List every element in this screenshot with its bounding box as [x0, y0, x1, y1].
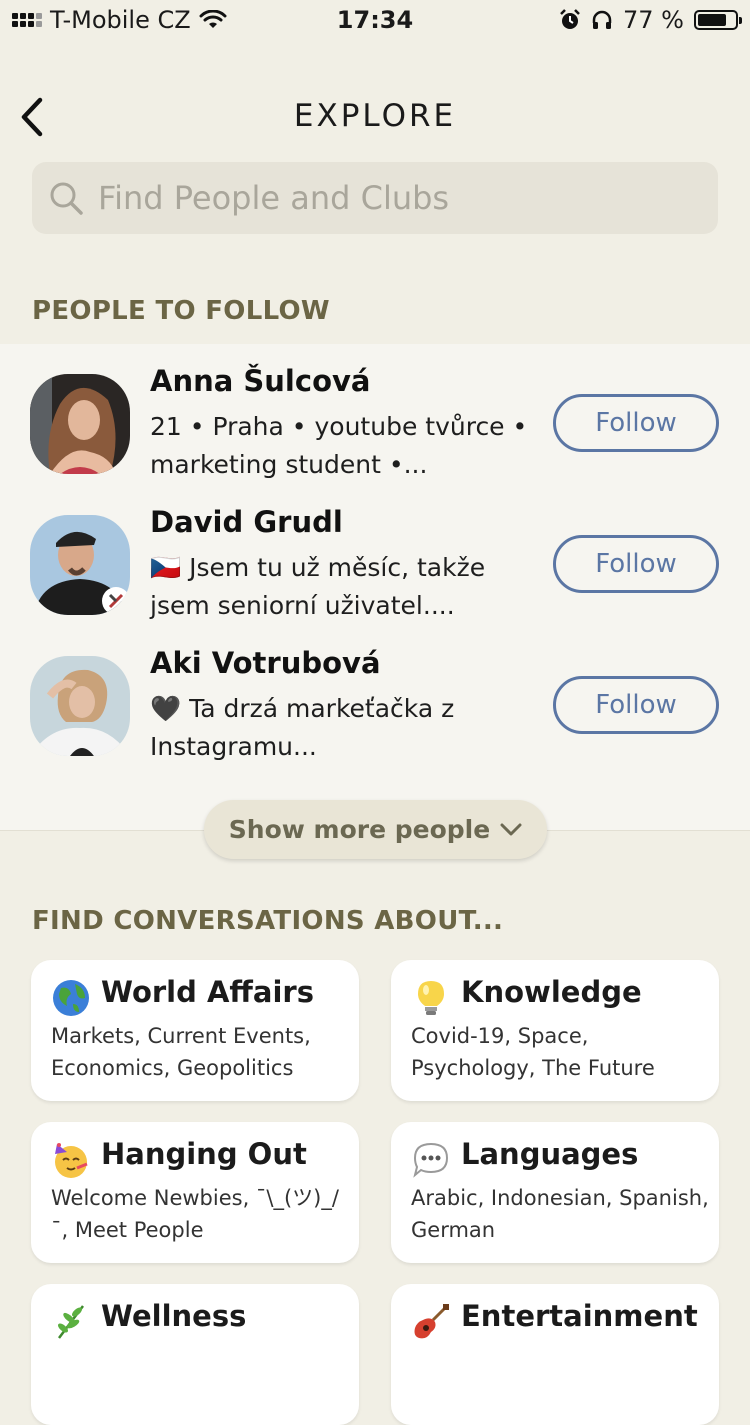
globe-icon — [53, 980, 89, 1016]
status-right: 77 % — [559, 6, 742, 34]
topic-title: Entertainment — [461, 1299, 698, 1333]
avatar[interactable] — [30, 374, 130, 474]
topic-title: World Affairs — [101, 975, 314, 1009]
person-name: David Grudl — [150, 505, 343, 539]
topic-subtitle: Markets, Current Events, Economics, Geop… — [51, 1024, 311, 1080]
topic-card-knowledge[interactable]: Knowledge Covid-19, Space, Psychology, T… — [391, 960, 719, 1101]
person-name: Anna Šulcová — [150, 364, 371, 398]
person-bio-line: Instagramu... — [150, 732, 317, 761]
follow-button[interactable]: Follow — [553, 394, 719, 452]
person-bio: 🖤 Ta drzá markeťačka z Instagramu... — [150, 690, 540, 766]
show-more-label: Show more people — [228, 815, 491, 844]
avatar[interactable] — [30, 515, 130, 615]
search-bar[interactable] — [32, 162, 718, 234]
topic-card-world-affairs[interactable]: World Affairs Markets, Current Events, E… — [31, 960, 359, 1101]
topic-card-languages[interactable]: Languages Arabic, Indonesian, Spanish, G… — [391, 1122, 719, 1263]
topic-card-entertainment[interactable]: Entertainment — [391, 1284, 719, 1425]
topic-title: Hanging Out — [101, 1137, 307, 1171]
person-bio-line: 21 • Praha • youtube tvůrce • — [150, 412, 528, 441]
person-bio-line: jsem seniorní uživatel.... — [150, 591, 455, 620]
person-name: Aki Votrubová — [150, 646, 381, 680]
search-icon — [50, 182, 83, 215]
alarm-icon — [560, 9, 580, 29]
topic-subtitle: Arabic, Indonesian, Spanish, German — [411, 1186, 709, 1242]
topic-title: Knowledge — [461, 975, 642, 1009]
follow-button[interactable]: Follow — [553, 676, 719, 734]
topic-subtitle: Covid-19, Space, Psychology, The Future — [411, 1024, 655, 1080]
headphones-icon — [592, 10, 612, 29]
status-bar: T-Mobile CZ 17:34 77 % — [0, 0, 750, 42]
battery-fill — [698, 14, 726, 26]
people-section-heading: PEOPLE TO FOLLOW — [32, 296, 330, 326]
person-bio-line: marketing student •... — [150, 450, 428, 479]
speech-bubble-icon — [413, 1142, 449, 1178]
topic-subtitle: Welcome Newbies, ¯\_(ツ)_/¯, Meet People — [51, 1186, 339, 1242]
page-title: EXPLORE — [293, 98, 457, 134]
search-input[interactable] — [96, 178, 700, 218]
person-bio: 🇨🇿 Jsem tu už měsíc, takže jsem seniorní… — [150, 549, 540, 625]
people-list: Anna Šulcová 21 • Praha • youtube tvůrce… — [0, 344, 750, 831]
person-row[interactable]: Aki Votrubová 🖤 Ta drzá markeťačka z Ins… — [0, 626, 750, 767]
person-row[interactable]: David Grudl 🇨🇿 Jsem tu už měsíc, takže j… — [0, 485, 750, 626]
topic-title: Languages — [461, 1137, 639, 1171]
person-bio: 21 • Praha • youtube tvůrce • marketing … — [150, 408, 540, 484]
topic-card-wellness[interactable]: Wellness — [31, 1284, 359, 1425]
chevron-down-icon — [500, 823, 522, 835]
guitar-icon — [414, 1304, 449, 1339]
person-bio-line: 🖤 Ta drzá markeťačka z — [150, 694, 455, 723]
person-bio-line: 🇨🇿 Jsem tu už měsíc, takže — [150, 553, 486, 582]
battery-percent: 77 % — [623, 6, 684, 34]
lightbulb-icon — [418, 981, 444, 1015]
party-face-icon — [55, 1143, 88, 1178]
show-more-people-button[interactable]: Show more people — [204, 800, 547, 859]
herb-icon — [57, 1305, 84, 1339]
topics-section-heading: FIND CONVERSATIONS ABOUT... — [32, 906, 504, 936]
topic-title: Wellness — [101, 1299, 247, 1333]
battery-icon — [694, 10, 742, 30]
avatar[interactable] — [30, 656, 130, 756]
person-row[interactable]: Anna Šulcová 21 • Praha • youtube tvůrce… — [0, 344, 750, 485]
topic-card-hanging-out[interactable]: Hanging Out Welcome Newbies, ¯\_(ツ)_/¯, … — [31, 1122, 359, 1263]
follow-button[interactable]: Follow — [553, 535, 719, 593]
